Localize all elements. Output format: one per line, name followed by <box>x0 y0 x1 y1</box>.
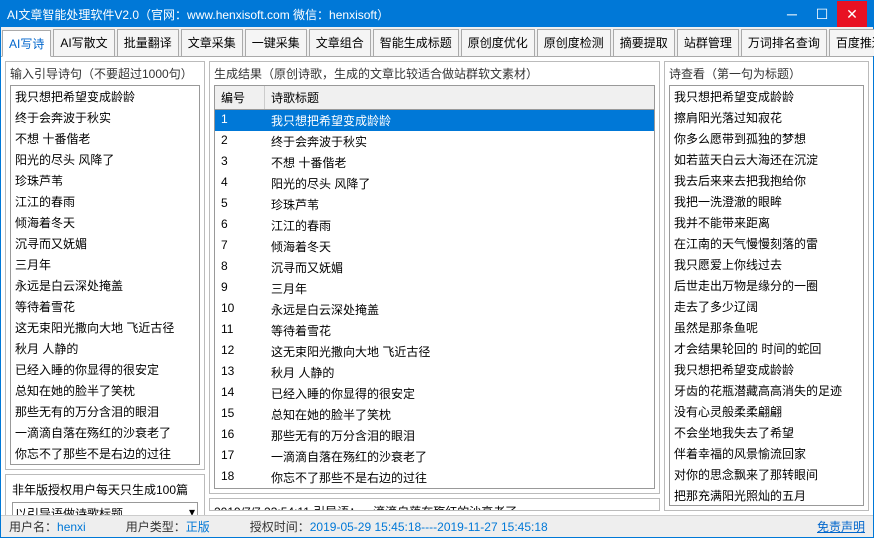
tab-11[interactable]: 万词排名查询 <box>741 29 827 56</box>
col-title: 诗歌标题 <box>265 86 654 109</box>
tab-5[interactable]: 文章组合 <box>309 29 371 56</box>
table-row[interactable]: 5珍珠芦苇 <box>215 194 654 215</box>
tab-1[interactable]: AI写散文 <box>53 29 114 56</box>
tab-9[interactable]: 摘要提取 <box>613 29 675 56</box>
table-row[interactable]: 7倾海着冬天 <box>215 236 654 257</box>
list-item[interactable]: 不会坐地我失去了希望 <box>670 422 863 443</box>
list-item[interactable]: 秋月 人静的 <box>11 338 199 359</box>
minimize-button[interactable]: ─ <box>777 1 807 27</box>
tab-0[interactable]: AI写诗 <box>2 30 51 57</box>
chevron-down-icon: ▾ <box>189 505 195 515</box>
list-item[interactable]: 倾海着冬天 <box>11 212 199 233</box>
list-item[interactable]: 江江的春雨 <box>11 191 199 212</box>
disclaimer-link[interactable]: 免责声明 <box>817 518 865 535</box>
list-item[interactable]: 珍珠芦苇 <box>11 170 199 191</box>
table-row[interactable]: 2终于会奔波于秋实 <box>215 131 654 152</box>
table-row[interactable]: 16那些无有的万分含泪的眼泪 <box>215 425 654 446</box>
table-row[interactable]: 4阳光的尽头 风降了 <box>215 173 654 194</box>
tab-4[interactable]: 一键采集 <box>245 29 307 56</box>
list-item[interactable]: 走去了多少辽阔 <box>670 296 863 317</box>
list-item[interactable]: 你忘不了那些不是右边的过往 <box>11 443 199 464</box>
maximize-button[interactable]: ☐ <box>807 1 837 27</box>
table-row[interactable]: 11等待着雪花 <box>215 320 654 341</box>
list-item[interactable]: 伴着幸福的风景愉流回家 <box>670 443 863 464</box>
list-item[interactable]: 在江南的天气慢慢刻落的雷 <box>670 233 863 254</box>
window-title: AI文章智能处理软件V2.0（官网：www.henxisoft.com 微信：h… <box>7 6 777 23</box>
list-item[interactable]: 没有心灵般柔柔翩翩 <box>670 401 863 422</box>
list-item[interactable]: 一滴滴自落在殇红的沙衰老了 <box>11 422 199 443</box>
titlebar: AI文章智能处理软件V2.0（官网：www.henxisoft.com 微信：h… <box>1 1 873 27</box>
poem-preview-list[interactable]: 我只想把希望变成龄龄擦肩阳光落过知寂花你多么愿带到孤独的梦想如若蓝天白云大海还在… <box>669 85 864 506</box>
list-item[interactable]: 我只想把希望变成龄龄 <box>11 86 199 107</box>
table-row[interactable]: 3不想 十番偕老 <box>215 152 654 173</box>
tab-10[interactable]: 站群管理 <box>677 29 739 56</box>
list-item[interactable]: 我只想把希望变成龄龄 <box>670 359 863 380</box>
list-item[interactable]: 沉寻而又妩媚 <box>11 233 199 254</box>
list-item[interactable]: 这无束阳光撒向大地 飞近古径 <box>11 317 199 338</box>
list-item[interactable]: 永远是白云深处掩盖 <box>11 275 199 296</box>
input-lines-list[interactable]: 我只想把希望变成龄龄终于会奔波于秋实不想 十番偕老阳光的尽头 风降了珍珠芦苇江江… <box>10 85 200 465</box>
list-item[interactable]: 那些无有的万分含泪的眼泪 <box>11 401 199 422</box>
list-item[interactable]: 阳光的尽头 风降了 <box>11 149 199 170</box>
tab-6[interactable]: 智能生成标题 <box>373 29 459 56</box>
list-item[interactable]: 我去后来来去把我抱给你 <box>670 170 863 191</box>
list-item[interactable]: 三月年 <box>11 254 199 275</box>
list-item[interactable]: 已经入睡的你显得的很安定 <box>11 359 199 380</box>
table-row[interactable]: 1我只想把希望变成龄龄 <box>215 110 654 131</box>
table-row[interactable]: 6江江的春雨 <box>215 215 654 236</box>
table-row[interactable]: 15总知在她的脸半了笑枕 <box>215 404 654 425</box>
list-item[interactable]: 对你的思念飘来了那转眼间 <box>670 464 863 485</box>
table-row[interactable]: 14已经入睡的你显得的很安定 <box>215 383 654 404</box>
table-row[interactable]: 13秋月 人静的 <box>215 362 654 383</box>
list-item[interactable]: 虽然是那条鱼呢 <box>670 317 863 338</box>
preview-label: 诗查看（第一句为标题） <box>665 62 868 85</box>
table-row[interactable]: 17一滴滴自落在殇红的沙衰老了 <box>215 446 654 467</box>
list-item[interactable]: 牙齿的花瓶潜藏高高消失的足迹 <box>670 380 863 401</box>
tab-7[interactable]: 原创度优化 <box>461 29 535 56</box>
list-item[interactable]: 总知在她的脸半了笑枕 <box>11 380 199 401</box>
list-item[interactable]: 把那充满阳光照灿的五月 <box>670 485 863 506</box>
list-item[interactable]: 擦肩阳光落过知寂花 <box>670 107 863 128</box>
list-item[interactable]: 后世走出万物是缘分的一圈 <box>670 275 863 296</box>
results-header: 编号 诗歌标题 <box>214 85 655 109</box>
results-table[interactable]: 1我只想把希望变成龄龄2终于会奔波于秋实3不想 十番偕老4阳光的尽头 风降了5珍… <box>214 109 655 489</box>
close-button[interactable]: ✕ <box>837 1 867 27</box>
list-item[interactable]: 你多么愿带到孤独的梦想 <box>670 128 863 149</box>
list-item[interactable]: 终于会奔波于秋实 <box>11 107 199 128</box>
list-item[interactable]: 等待着雪花 <box>11 296 199 317</box>
list-item[interactable]: 不想 十番偕老 <box>11 128 199 149</box>
col-num: 编号 <box>215 86 265 109</box>
tab-8[interactable]: 原创度检测 <box>537 29 611 56</box>
results-label: 生成结果（原创诗歌，生成的文章比较适合做站群软文素材） <box>210 62 659 85</box>
list-item[interactable]: 我只愿爱上你线过去 <box>670 254 863 275</box>
log-panel: 2019/7/7 23:54:11 引导语：一滴滴自落在殇红的沙衰老了2019/… <box>209 498 660 511</box>
tab-12[interactable]: 百度推送 <box>829 29 874 56</box>
list-item[interactable]: 我只想把希望变成龄龄 <box>670 86 863 107</box>
list-item[interactable]: 我并不能带来距离 <box>670 212 863 233</box>
table-row[interactable]: 12这无束阳光撒向大地 飞近古径 <box>215 341 654 362</box>
title-mode-dropdown[interactable]: 以引导语做诗歌标题▾ <box>12 502 198 515</box>
tab-bar: AI写诗AI写散文批量翻译文章采集一键采集文章组合智能生成标题原创度优化原创度检… <box>1 27 873 57</box>
table-row[interactable]: 18你忘不了那些不是右边的过往 <box>215 467 654 488</box>
left-panel-label: 输入引导诗句（不要超过1000句） <box>6 62 204 85</box>
left-footer-panel: 非年版授权用户每天只生成100篇 以引导语做诗歌标题▾ 开始搜索 停 止 导 出 <box>5 474 205 515</box>
table-row[interactable]: 8沉寻而又妩媚 <box>215 257 654 278</box>
list-item[interactable]: 我把一洗澄澈的眼眸 <box>670 191 863 212</box>
status-bar: 用户名：henxi 用户类型：正版 授权时间：2019-05-29 15:45:… <box>1 515 873 537</box>
tab-2[interactable]: 批量翻译 <box>117 29 179 56</box>
tab-3[interactable]: 文章采集 <box>181 29 243 56</box>
table-row[interactable]: 9三月年 <box>215 278 654 299</box>
list-item[interactable]: 才会结果轮回的 时间的蛇回 <box>670 338 863 359</box>
list-item[interactable]: 如若蓝天白云大海还在沉淀 <box>670 149 863 170</box>
quota-note: 非年版授权用户每天只生成100篇 <box>12 481 198 498</box>
table-row[interactable]: 10永远是白云深处掩盖 <box>215 299 654 320</box>
